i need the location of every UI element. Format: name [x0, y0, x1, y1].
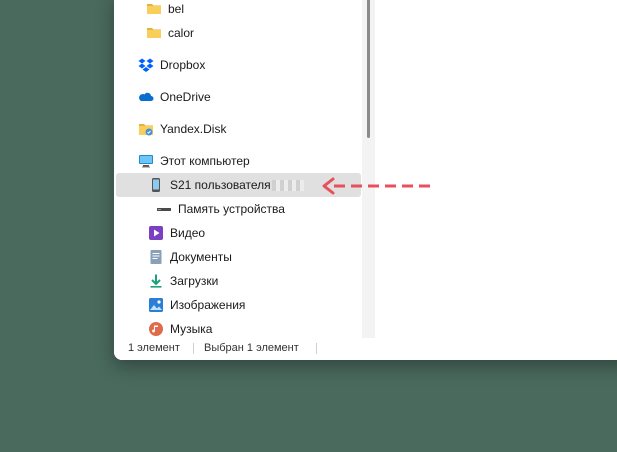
selection-count: Выбран 1 элемент	[204, 342, 299, 354]
nav-item-video[interactable]: Видео	[116, 221, 361, 245]
status-divider	[316, 343, 317, 354]
navigation-pane: bel calor Dropbox OneDrive Yandex.Disk Э…	[114, 0, 376, 338]
nav-item-dropbox[interactable]: Dropbox	[116, 53, 361, 77]
nav-item-pictures[interactable]: Изображения	[116, 293, 361, 317]
nav-item-device-storage[interactable]: Память устройства	[116, 197, 361, 221]
nav-item-calor[interactable]: calor	[116, 21, 361, 45]
nav-item-this-pc[interactable]: Этот компьютер	[116, 149, 361, 173]
downloads-icon	[148, 273, 164, 289]
pointer-arrow-icon	[322, 177, 432, 195]
onedrive-icon	[138, 89, 154, 105]
nav-scrollbar[interactable]	[362, 0, 375, 338]
video-icon	[148, 225, 164, 241]
nav-item-label: Музыка	[170, 322, 213, 336]
nav-item-label: Загрузки	[170, 274, 219, 288]
nav-item-downloads[interactable]: Загрузки	[116, 269, 361, 293]
nav-item-onedrive[interactable]: OneDrive	[116, 85, 361, 109]
nav-item-documents[interactable]: Документы	[116, 245, 361, 269]
dropbox-icon	[138, 57, 154, 73]
yandex-disk-icon	[138, 121, 154, 137]
phone-icon	[148, 177, 164, 193]
documents-icon	[148, 249, 164, 265]
nav-item-label: Документы	[170, 250, 232, 264]
nav-item-bel[interactable]: bel	[116, 0, 361, 21]
folder-icon	[146, 1, 162, 17]
drive-icon	[156, 201, 172, 217]
folder-icon	[146, 25, 162, 41]
status-divider	[193, 343, 194, 354]
nav-item-label: calor	[168, 26, 195, 40]
nav-item-label: Изображения	[170, 298, 246, 312]
item-count: 1 элемент	[128, 342, 180, 354]
nav-item-label: Dropbox	[160, 58, 206, 72]
status-bar: 1 элемент Выбран 1 элемент	[114, 338, 617, 360]
nav-item-label: Yandex.Disk	[160, 122, 227, 136]
nav-item-label: Этот компьютер	[160, 154, 250, 168]
nav-item-label: bel	[168, 2, 185, 16]
nav-item-label: OneDrive	[160, 90, 211, 104]
nav-item-yandex-disk[interactable]: Yandex.Disk	[116, 117, 361, 141]
nav-scrollbar-thumb[interactable]	[367, 0, 370, 138]
nav-item-label: Видео	[170, 226, 206, 240]
nav-item-label: S21 пользователя	[170, 178, 271, 192]
music-icon	[148, 321, 164, 337]
redacted-blur	[271, 179, 304, 191]
computer-icon	[138, 153, 154, 169]
nav-item-label: Память устройства	[178, 202, 285, 216]
pictures-icon	[148, 297, 164, 313]
